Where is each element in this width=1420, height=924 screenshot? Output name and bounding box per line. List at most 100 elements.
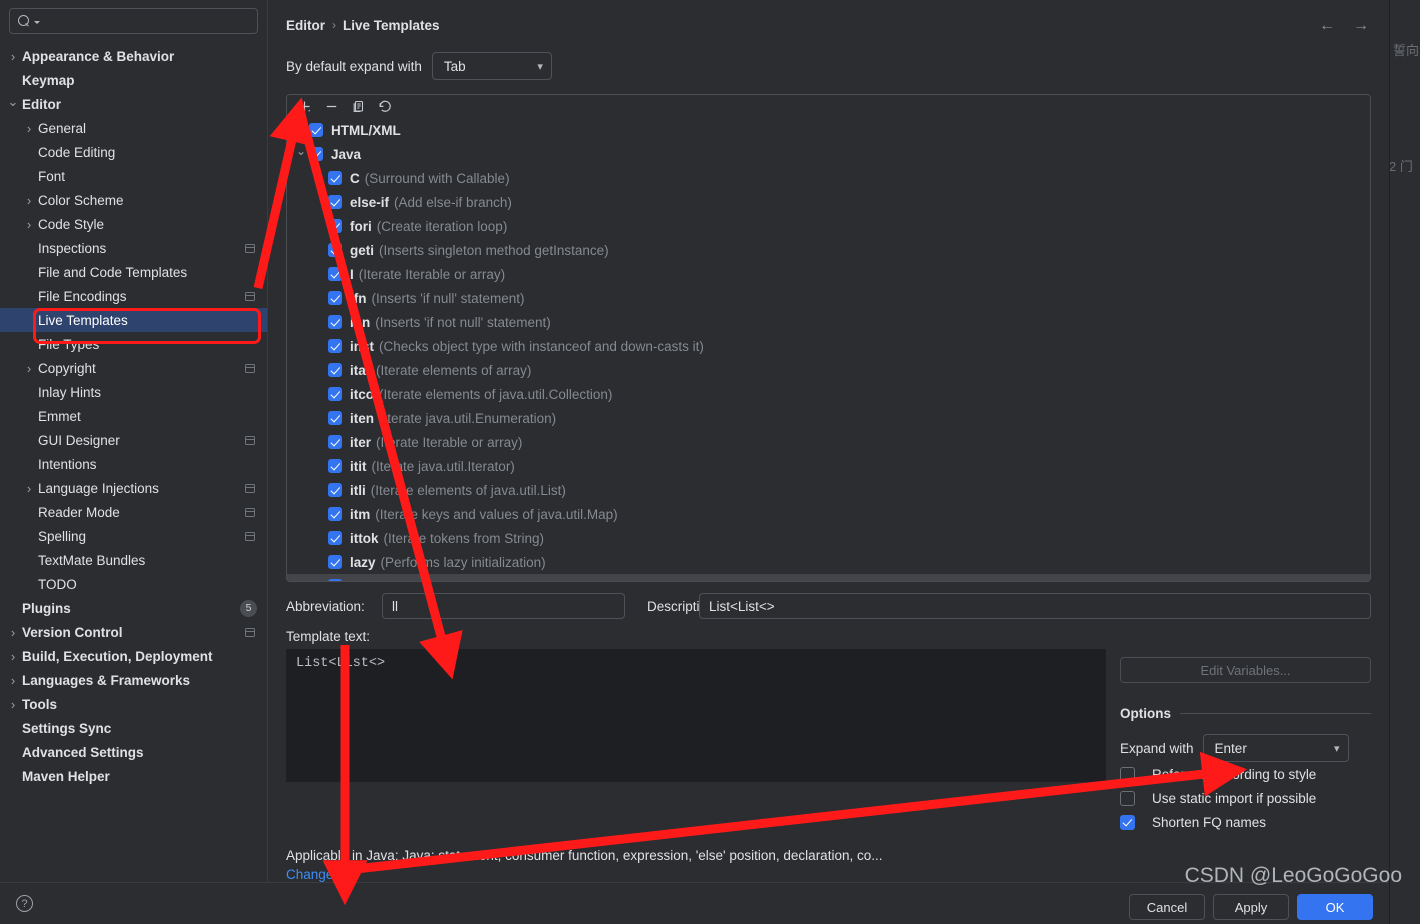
template-checkbox[interactable]: [328, 315, 342, 329]
template-row[interactable]: inst (Checks object type with instanceof …: [287, 334, 1370, 358]
template-checkbox[interactable]: [328, 507, 342, 521]
template-checkbox[interactable]: [328, 483, 342, 497]
add-template-button[interactable]: [293, 97, 315, 117]
sidebar-item-inlay-hints[interactable]: Inlay Hints: [0, 380, 267, 404]
template-row[interactable]: HTML/XML: [287, 118, 1370, 142]
template-checkbox[interactable]: [309, 123, 323, 137]
sidebar-item-tools[interactable]: Tools: [0, 692, 267, 716]
search-box[interactable]: [9, 8, 258, 34]
sidebar-item-file-encodings[interactable]: File Encodings: [0, 284, 267, 308]
sidebar-item-maven-helper[interactable]: Maven Helper: [0, 764, 267, 788]
chevron-right-icon[interactable]: [22, 362, 36, 375]
template-row[interactable]: itco (Iterate elements of java.util.Colle…: [287, 382, 1370, 406]
sidebar-item-gui-designer[interactable]: GUI Designer: [0, 428, 267, 452]
sidebar-item-code-editing[interactable]: Code Editing: [0, 140, 267, 164]
sidebar-item-reader-mode[interactable]: Reader Mode: [0, 500, 267, 524]
chevron-down-icon[interactable]: [6, 98, 20, 111]
chevron-right-icon[interactable]: [6, 650, 20, 663]
expand-with-select[interactable]: Enter ▾: [1202, 734, 1349, 762]
chevron-right-icon[interactable]: [22, 122, 36, 135]
template-checkbox[interactable]: [328, 387, 342, 401]
chevron-right-icon[interactable]: [22, 194, 36, 207]
sidebar-item-todo[interactable]: TODO: [0, 572, 267, 596]
template-checkbox[interactable]: [328, 267, 342, 281]
template-row[interactable]: inn (Inserts 'if not null' statement): [287, 310, 1370, 334]
option-checkbox[interactable]: [1120, 790, 1135, 806]
sidebar-item-spelling[interactable]: Spelling: [0, 524, 267, 548]
sidebar-item-inspections[interactable]: Inspections: [0, 236, 267, 260]
template-row[interactable]: itar (Iterate elements of array): [287, 358, 1370, 382]
back-arrow-icon[interactable]: ←: [1319, 17, 1335, 35]
chevron-down-icon[interactable]: [293, 147, 309, 161]
template-checkbox[interactable]: [328, 459, 342, 473]
sidebar-item-language-injections[interactable]: Language Injections: [0, 476, 267, 500]
apply-button[interactable]: Apply: [1213, 894, 1289, 920]
template-checkbox[interactable]: [328, 219, 342, 233]
chevron-right-icon[interactable]: [6, 698, 20, 711]
option-checkbox-row[interactable]: Reformat according to style: [1120, 762, 1371, 786]
template-checkbox[interactable]: [328, 555, 342, 569]
template-checkbox[interactable]: [309, 147, 323, 161]
template-row[interactable]: geti (Inserts singleton method getInstanc…: [287, 238, 1370, 262]
restore-defaults-button[interactable]: [374, 97, 396, 117]
template-checkbox[interactable]: [328, 579, 342, 581]
templates-list[interactable]: HTML/XMLJavaC(Surround with Callable)els…: [287, 118, 1370, 581]
sidebar-item-font[interactable]: Font: [0, 164, 267, 188]
sidebar-item-appearance-behavior[interactable]: Appearance & Behavior: [0, 44, 267, 68]
option-checkbox[interactable]: [1120, 814, 1135, 830]
chevron-right-icon[interactable]: [293, 123, 309, 137]
sidebar-item-textmate-bundles[interactable]: TextMate Bundles: [0, 548, 267, 572]
chevron-right-icon[interactable]: [22, 218, 36, 231]
template-checkbox[interactable]: [328, 171, 342, 185]
template-checkbox[interactable]: [328, 195, 342, 209]
option-checkbox-row[interactable]: Shorten FQ names: [1120, 810, 1371, 834]
edit-variables-button[interactable]: Edit Variables...: [1120, 657, 1371, 683]
duplicate-template-button[interactable]: [347, 97, 369, 117]
template-row[interactable]: fori (Create iteration loop): [287, 214, 1370, 238]
default-expand-select[interactable]: Tab ▾: [431, 52, 552, 80]
template-row[interactable]: itit (Iterate java.util.Iterator): [287, 454, 1370, 478]
abbreviation-input[interactable]: ll: [382, 593, 625, 619]
template-row[interactable]: ifn (Inserts 'if null' statement): [287, 286, 1370, 310]
template-row[interactable]: C (Surround with Callable): [287, 166, 1370, 190]
chevron-right-icon[interactable]: [6, 50, 20, 63]
sidebar-item-build-execution-deployment[interactable]: Build, Execution, Deployment: [0, 644, 267, 668]
template-row[interactable]: iten (Iterate java.util.Enumeration): [287, 406, 1370, 430]
template-checkbox[interactable]: [328, 363, 342, 377]
remove-template-button[interactable]: [320, 97, 342, 117]
sidebar-item-copyright[interactable]: Copyright: [0, 356, 267, 380]
chevron-right-icon[interactable]: [6, 626, 20, 639]
sidebar-item-code-style[interactable]: Code Style: [0, 212, 267, 236]
description-input[interactable]: List<List<>: [699, 593, 1371, 619]
forward-arrow-icon[interactable]: →: [1353, 17, 1369, 35]
sidebar-item-emmet[interactable]: Emmet: [0, 404, 267, 428]
search-input[interactable]: [45, 12, 249, 30]
template-checkbox[interactable]: [328, 339, 342, 353]
template-row[interactable]: I (Iterate Iterable or array): [287, 262, 1370, 286]
template-row[interactable]: Java: [287, 142, 1370, 166]
help-icon[interactable]: ?: [16, 895, 33, 912]
option-checkbox[interactable]: [1120, 766, 1135, 782]
template-text-editor[interactable]: List<List<>: [286, 649, 1106, 782]
template-row[interactable]: ittok (Iterate tokens from String): [287, 526, 1370, 550]
cancel-button[interactable]: Cancel: [1129, 894, 1205, 920]
sidebar-item-file-and-code-templates[interactable]: File and Code Templates: [0, 260, 267, 284]
template-checkbox[interactable]: [328, 411, 342, 425]
change-context-link[interactable]: Change ▾: [286, 867, 1371, 882]
template-row[interactable]: iter (Iterate Iterable or array): [287, 430, 1370, 454]
sidebar-item-version-control[interactable]: Version Control: [0, 620, 267, 644]
template-checkbox[interactable]: [328, 435, 342, 449]
template-checkbox[interactable]: [328, 243, 342, 257]
sidebar-item-languages-frameworks[interactable]: Languages & Frameworks: [0, 668, 267, 692]
template-checkbox[interactable]: [328, 291, 342, 305]
sidebar-item-intentions[interactable]: Intentions: [0, 452, 267, 476]
template-row[interactable]: itm (Iterate keys and values of java.util…: [287, 502, 1370, 526]
sidebar-item-color-scheme[interactable]: Color Scheme: [0, 188, 267, 212]
sidebar-item-advanced-settings[interactable]: Advanced Settings: [0, 740, 267, 764]
template-row[interactable]: ll (List<List<>): [287, 574, 1370, 581]
template-row[interactable]: lazy (Performs lazy initialization): [287, 550, 1370, 574]
option-checkbox-row[interactable]: Use static import if possible: [1120, 786, 1371, 810]
sidebar-item-plugins[interactable]: Plugins 5: [0, 596, 267, 620]
chevron-right-icon[interactable]: [22, 482, 36, 495]
sidebar-item-keymap[interactable]: Keymap: [0, 68, 267, 92]
